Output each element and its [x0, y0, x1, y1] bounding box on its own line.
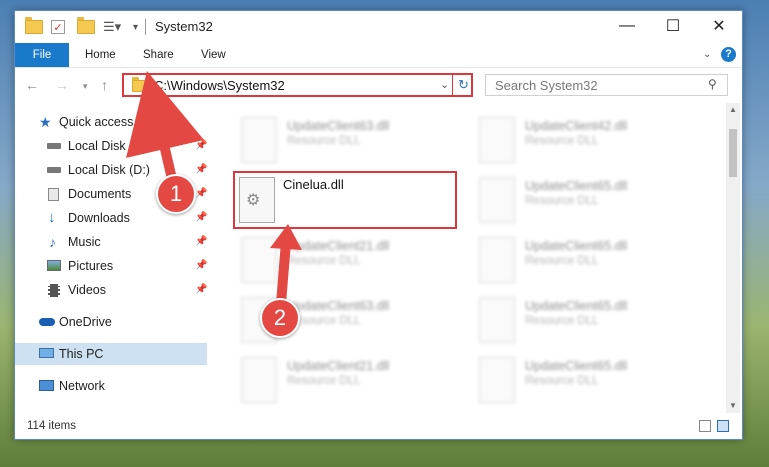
annotation-overlay	[126, 71, 302, 321]
arrow-head-2	[270, 224, 302, 250]
arrow-head-1	[140, 90, 168, 112]
step-2-badge: 2	[260, 298, 300, 338]
step-1-badge: 1	[156, 174, 196, 214]
